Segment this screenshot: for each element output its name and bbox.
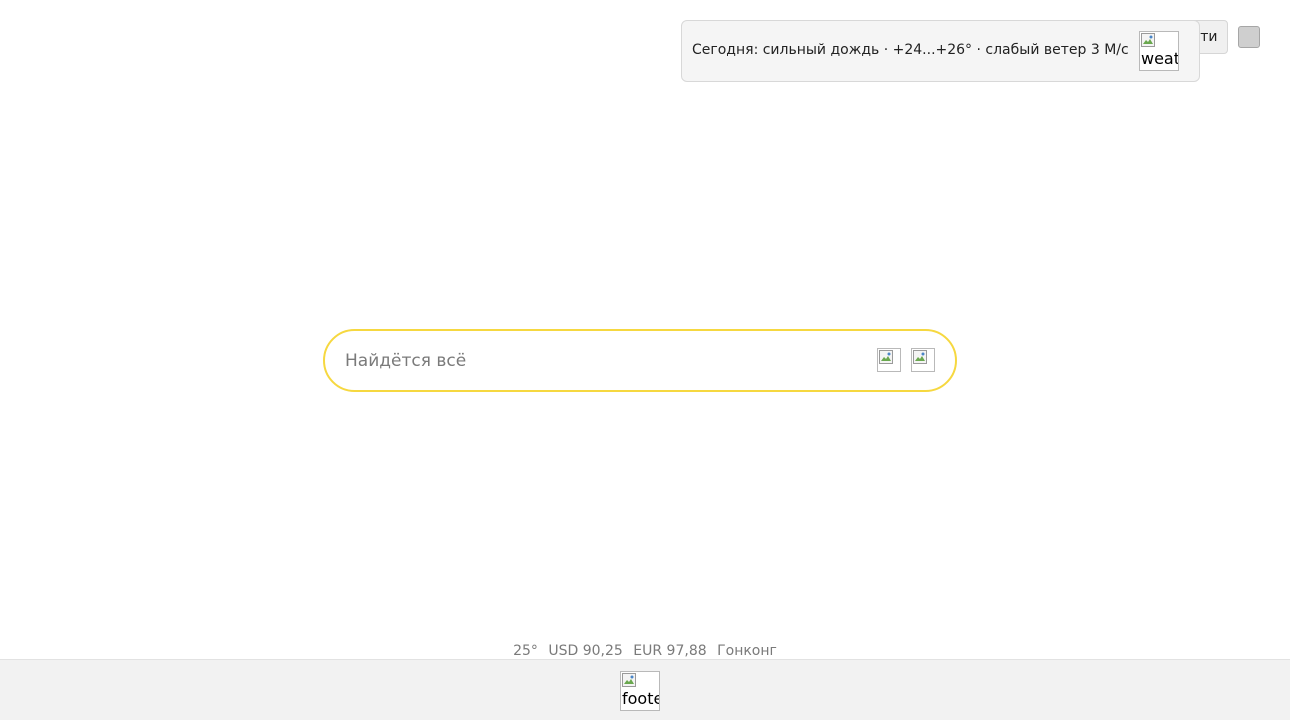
menu-button[interactable]: [1238, 26, 1260, 48]
yandex-home-page: Войти Сегодня: сильный дождь · +24...+26…: [0, 0, 1290, 720]
info-line: 25° USD 90,25 EUR 97,88 Гонконг: [0, 643, 1290, 659]
broken-image-icon: [913, 350, 927, 364]
broken-image-icon: [622, 673, 636, 687]
weather-icon-alt: weat: [1141, 49, 1179, 68]
footer: foote: [0, 659, 1290, 720]
broken-image-icon: [879, 350, 893, 364]
weather-popup: Сегодня: сильный дождь · +24...+26° · сл…: [681, 20, 1200, 82]
search-input[interactable]: [345, 347, 865, 375]
camera-search-icon[interactable]: [911, 348, 935, 372]
weather-icon: weat: [1139, 31, 1179, 71]
footer-logo: foote: [620, 671, 660, 711]
eur-rate-link[interactable]: EUR 97,88: [633, 643, 706, 659]
broken-image-icon: [1141, 33, 1155, 47]
usd-rate-link[interactable]: USD 90,25: [548, 643, 622, 659]
weather-temperature-link[interactable]: 25°: [513, 643, 538, 659]
city-link[interactable]: Гонконг: [717, 643, 777, 659]
search-box[interactable]: [323, 329, 957, 392]
footer-logo-alt: foote: [622, 689, 660, 708]
weather-summary: Сегодня: сильный дождь · +24...+26° · сл…: [692, 42, 1129, 58]
keyboard-icon[interactable]: [877, 348, 901, 372]
